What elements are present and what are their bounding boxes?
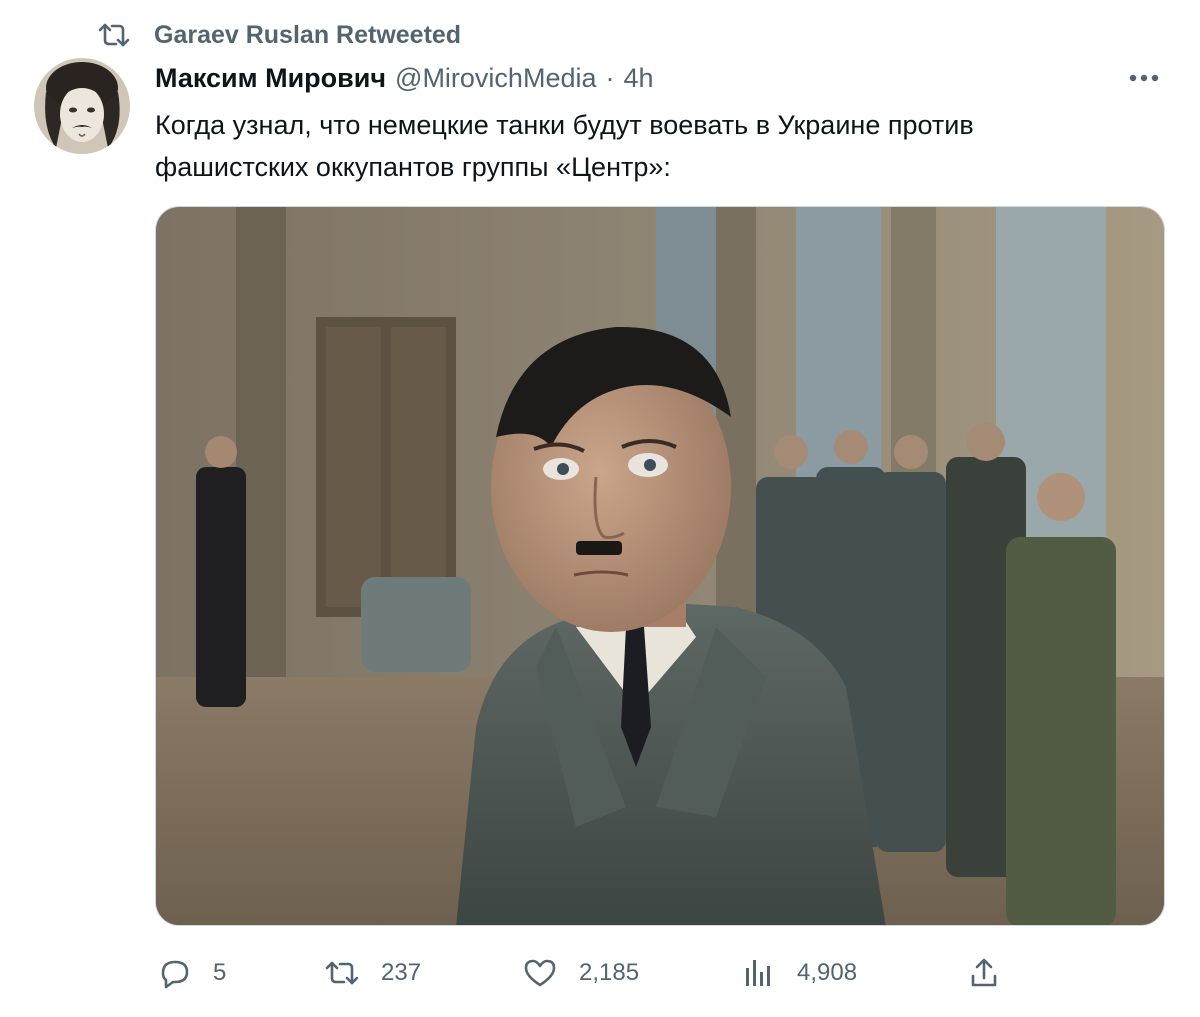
views-chart-icon xyxy=(739,954,777,992)
retweeted-by-label[interactable]: Garaev Ruslan Retweeted xyxy=(154,21,461,50)
more-horizontal-icon[interactable] xyxy=(1122,58,1166,98)
retweet-banner: Garaev Ruslan Retweeted xyxy=(96,18,461,52)
views-count: 4,908 xyxy=(797,959,858,986)
heart-icon xyxy=(521,954,559,992)
reply-count: 5 xyxy=(213,959,227,986)
reply-icon xyxy=(155,954,193,992)
tweet-text: Когда узнал, что немецкие танки будут во… xyxy=(155,104,1145,188)
author-display-name[interactable]: Максим Мирович xyxy=(155,63,386,94)
author-handle[interactable]: @MirovichMedia xyxy=(395,63,596,94)
tweet-timestamp[interactable]: 4h xyxy=(624,63,654,94)
avatar[interactable] xyxy=(34,58,130,154)
retweet-icon xyxy=(96,20,132,50)
share-icon xyxy=(965,954,1003,992)
tweet-action-bar: 5 237 2,185 4,908 xyxy=(155,948,1015,998)
views-button[interactable]: 4,908 xyxy=(739,948,857,998)
tweet-text-line-1: Когда узнал, что немецкие танки будут во… xyxy=(155,110,974,140)
separator-dot: · xyxy=(605,62,615,93)
tweet-header: Максим Мирович @MirovichMedia · 4h xyxy=(155,58,1166,98)
like-button[interactable]: 2,185 xyxy=(521,948,639,998)
retweet-button[interactable]: 237 xyxy=(323,948,421,998)
reply-button[interactable]: 5 xyxy=(155,948,226,998)
like-count: 2,185 xyxy=(579,959,640,986)
retweet-count: 237 xyxy=(381,959,422,986)
retweet-icon xyxy=(323,954,361,992)
tweet-text-line-2: фашистских оккупантов группы «Центр»: xyxy=(155,152,671,182)
tweet-media-image[interactable] xyxy=(155,206,1165,926)
share-button[interactable] xyxy=(965,948,1003,998)
